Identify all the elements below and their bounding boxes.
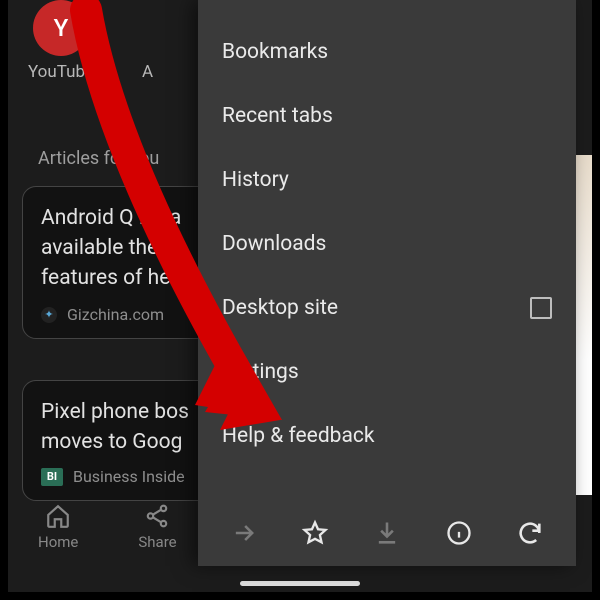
menu-item-label: Settings (222, 360, 299, 384)
info-button[interactable] (445, 519, 473, 551)
shortcut-second[interactable]: A (142, 62, 153, 82)
bottom-bar-label: Share (138, 533, 176, 551)
shortcut-label: A (142, 62, 153, 82)
menu-item-label: Downloads (222, 232, 326, 256)
download-button[interactable] (373, 519, 401, 551)
tab-edge-preview (576, 155, 592, 495)
download-icon (373, 519, 401, 547)
section-heading-articles: Articles for you (38, 148, 159, 169)
menu-list: Bookmarks Recent tabs History Downloads … (198, 0, 576, 468)
menu-item-label: Recent tabs (222, 104, 333, 128)
info-icon (445, 519, 473, 547)
bottom-bar-label: Home (38, 533, 78, 551)
menu-item-desktop-site[interactable]: Desktop site (198, 276, 576, 340)
overflow-menu: Bookmarks Recent tabs History Downloads … (198, 0, 576, 566)
star-icon (301, 519, 329, 547)
bookmark-button[interactable] (301, 519, 329, 551)
desktop-site-checkbox[interactable] (530, 297, 552, 319)
source-name: Gizchina.com (67, 305, 164, 324)
home-icon (45, 503, 71, 529)
forward-button[interactable] (230, 519, 258, 551)
source-name: Business Inside (73, 467, 185, 486)
menu-item-label: Bookmarks (222, 40, 328, 64)
arrow-right-icon (230, 519, 258, 547)
menu-item-help-feedback[interactable]: Help & feedback (198, 404, 576, 468)
menu-item-label: Help & feedback (222, 424, 375, 448)
reload-button[interactable] (516, 519, 544, 551)
menu-item-downloads[interactable]: Downloads (198, 212, 576, 276)
reload-icon (516, 519, 544, 547)
menu-item-label: History (222, 168, 289, 192)
menu-item-settings[interactable]: Settings (198, 340, 576, 404)
menu-item-bookmarks[interactable]: Bookmarks (198, 20, 576, 84)
source-favicon: BI (41, 468, 63, 486)
gesture-bar (240, 581, 360, 586)
screen: Y YouTube A Articles for you Android Q B… (8, 0, 592, 592)
menu-action-row (198, 504, 576, 566)
share-button[interactable]: Share (138, 503, 176, 551)
menu-item-label: Desktop site (222, 296, 338, 320)
menu-item-history[interactable]: History (198, 148, 576, 212)
share-icon (144, 503, 170, 529)
shortcut-label: YouTube (28, 62, 94, 82)
shortcut-youtube[interactable]: Y YouTube (28, 0, 94, 82)
shortcut-row: Y YouTube A (28, 0, 153, 82)
source-favicon: ✦ (41, 307, 57, 323)
home-button[interactable]: Home (38, 503, 78, 551)
youtube-avatar: Y (33, 0, 89, 56)
menu-item-recent-tabs[interactable]: Recent tabs (198, 84, 576, 148)
